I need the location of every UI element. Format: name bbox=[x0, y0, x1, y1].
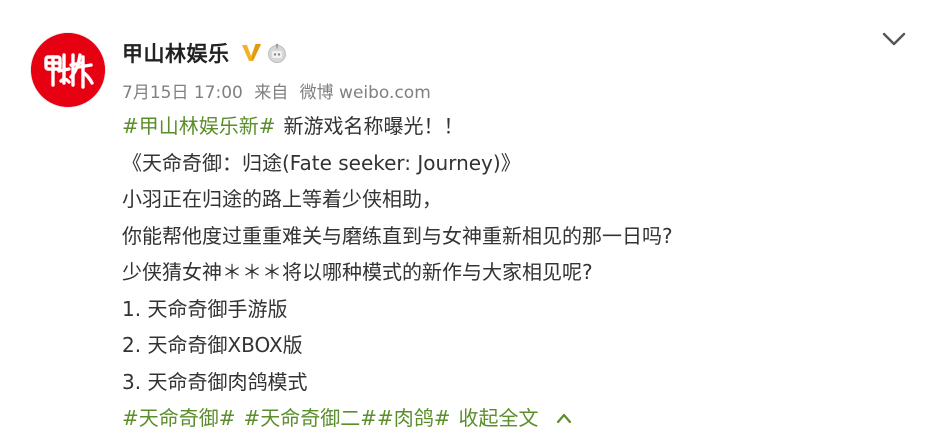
content-text: 新游戏名称曝光！！ bbox=[283, 114, 464, 138]
hashtag-link[interactable]: #甲山林娱乐新# bbox=[122, 114, 276, 138]
hashtag-link[interactable]: #天命奇御# bbox=[122, 406, 236, 430]
author-name[interactable]: 甲山林娱乐 bbox=[122, 38, 230, 68]
content-line: #甲山林娱乐新# 新游戏名称曝光！！ bbox=[122, 108, 912, 145]
post-meta: 7月15日 17:00 来自 微博 weibo.com bbox=[122, 78, 437, 103]
content-line: 1. 天命奇御手游版 bbox=[122, 296, 288, 321]
author-avatar[interactable] bbox=[31, 33, 105, 107]
tags-line: #天命奇御# #天命奇御二##肉鸽# 收起全文 bbox=[122, 400, 912, 437]
content-line: 你能帮他度过重重难关与磨练直到与女神重新相见的那一日吗? bbox=[122, 223, 673, 248]
hashtag-link[interactable]: #天命奇御二# bbox=[244, 406, 378, 430]
avatar-logo bbox=[31, 33, 105, 107]
content-line: 3. 天命奇御肉鸽模式 bbox=[122, 369, 308, 394]
chevron-down-icon[interactable] bbox=[881, 30, 907, 48]
content-line: 2. 天命奇御XBOX版 bbox=[122, 333, 303, 357]
source-prefix: 来自 bbox=[254, 83, 289, 103]
content-line: 《天命奇御：归途(Fate seeker: Journey)》 bbox=[122, 150, 521, 175]
post-content: #甲山林娱乐新# 新游戏名称曝光！！ 《天命奇御：归途(Fate seeker: … bbox=[122, 108, 912, 437]
hashtag-link[interactable]: #肉鸽# bbox=[377, 406, 451, 430]
post-source[interactable]: 微博 weibo.com bbox=[300, 83, 431, 103]
robot-badge-icon bbox=[267, 43, 286, 63]
chevron-up-icon[interactable] bbox=[555, 411, 573, 425]
author-row: 甲山林娱乐 bbox=[122, 37, 288, 69]
content-line: 小羽正在归途的路上等着少侠相助， bbox=[122, 187, 442, 211]
content-line: 少侠猜女神＊＊＊将以哪种模式的新作与大家相见呢? bbox=[122, 260, 593, 284]
post-date[interactable]: 7月15日 17:00 bbox=[122, 83, 243, 103]
collapse-link[interactable]: 收起全文 bbox=[459, 406, 539, 430]
verified-v-icon bbox=[241, 44, 261, 61]
